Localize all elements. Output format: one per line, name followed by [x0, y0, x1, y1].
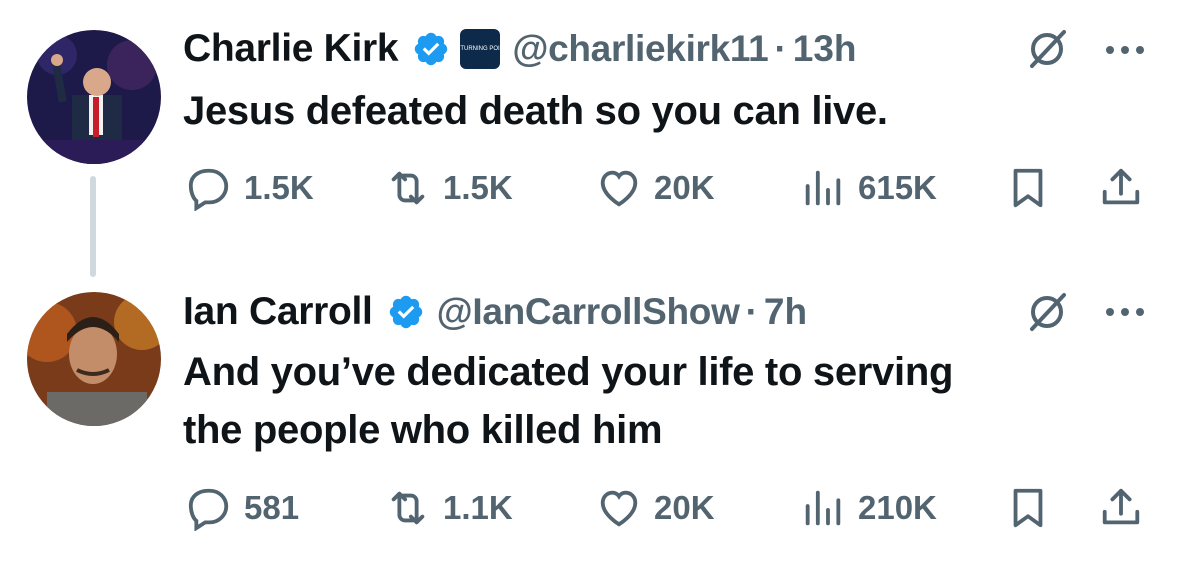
more-icon[interactable] — [1103, 40, 1147, 60]
timestamp[interactable]: 13h — [793, 28, 857, 70]
display-name[interactable]: Ian Carroll — [183, 290, 373, 334]
views-icon — [805, 170, 841, 206]
tweet[interactable]: Charlie Kirk TURNING POINT USA @charliek… — [0, 0, 1178, 240]
share-button[interactable] — [1098, 483, 1144, 533]
reply-button[interactable]: 1.5K — [186, 163, 314, 213]
avatar[interactable] — [27, 30, 161, 164]
separator-dot: · — [745, 291, 758, 332]
grok-icon[interactable] — [1024, 26, 1070, 72]
tweet-text: Jesus defeated death so you can live. — [183, 89, 888, 133]
reply-icon — [188, 488, 229, 531]
user-handle[interactable]: @charliekirk11 — [512, 28, 768, 70]
like-icon — [600, 170, 638, 207]
views-button[interactable]: 615K — [800, 163, 937, 213]
tweet-header: Charlie Kirk TURNING POINT USA @charliek… — [183, 24, 857, 74]
tweet-header: Ian Carroll @IanCarrollShow · 7h — [183, 287, 807, 337]
like-icon — [600, 490, 638, 527]
views-button[interactable]: 210K — [800, 483, 937, 533]
share-icon — [1102, 168, 1140, 205]
grok-icon[interactable] — [1024, 289, 1070, 335]
repost-icon — [391, 171, 425, 205]
repost-count: 1.1K — [443, 489, 513, 526]
verified-badge-icon — [412, 30, 450, 68]
like-count: 20K — [654, 489, 715, 526]
timestamp[interactable]: 7h — [764, 291, 807, 333]
action-bar: 581 1.1K 20K 210K — [0, 483, 1178, 533]
reply-button[interactable]: 581 — [186, 483, 299, 533]
like-button[interactable]: 20K — [596, 163, 715, 213]
organization-badge[interactable]: TURNING POINT USA — [460, 29, 501, 69]
action-bar: 1.5K 1.5K 20K 615K — [0, 163, 1178, 213]
bookmark-icon — [1013, 488, 1043, 528]
display-name[interactable]: Charlie Kirk — [183, 27, 399, 71]
tweet[interactable]: Ian Carroll @IanCarrollShow · 7h And you… — [0, 265, 1178, 565]
views-icon — [805, 490, 841, 526]
reply-count: 1.5K — [244, 169, 314, 206]
tweet-text-line: the people who killed him — [183, 408, 663, 452]
bookmark-icon — [1013, 168, 1043, 208]
share-button[interactable] — [1098, 163, 1144, 213]
repost-icon — [391, 491, 425, 525]
repost-count: 1.5K — [443, 169, 513, 206]
bookmark-button[interactable] — [1005, 483, 1051, 533]
separator-dot: · — [774, 28, 787, 69]
tweet-text: And you’ve dedicated your life to servin… — [183, 343, 1143, 459]
like-button[interactable]: 20K — [596, 483, 715, 533]
view-count: 210K — [858, 489, 937, 526]
verified-badge-icon — [387, 293, 425, 331]
bookmark-button[interactable] — [1005, 163, 1051, 213]
reply-count: 581 — [244, 489, 300, 526]
more-icon[interactable] — [1103, 302, 1147, 322]
repost-button[interactable]: 1.5K — [385, 163, 513, 213]
repost-button[interactable]: 1.1K — [385, 483, 513, 533]
share-icon — [1102, 488, 1140, 525]
like-count: 20K — [654, 169, 715, 206]
user-handle[interactable]: @IanCarrollShow — [437, 291, 740, 333]
reply-icon — [188, 168, 229, 211]
tweet-text-line: And you’ve dedicated your life to servin… — [183, 350, 954, 394]
view-count: 615K — [858, 169, 937, 206]
avatar[interactable] — [27, 292, 161, 426]
